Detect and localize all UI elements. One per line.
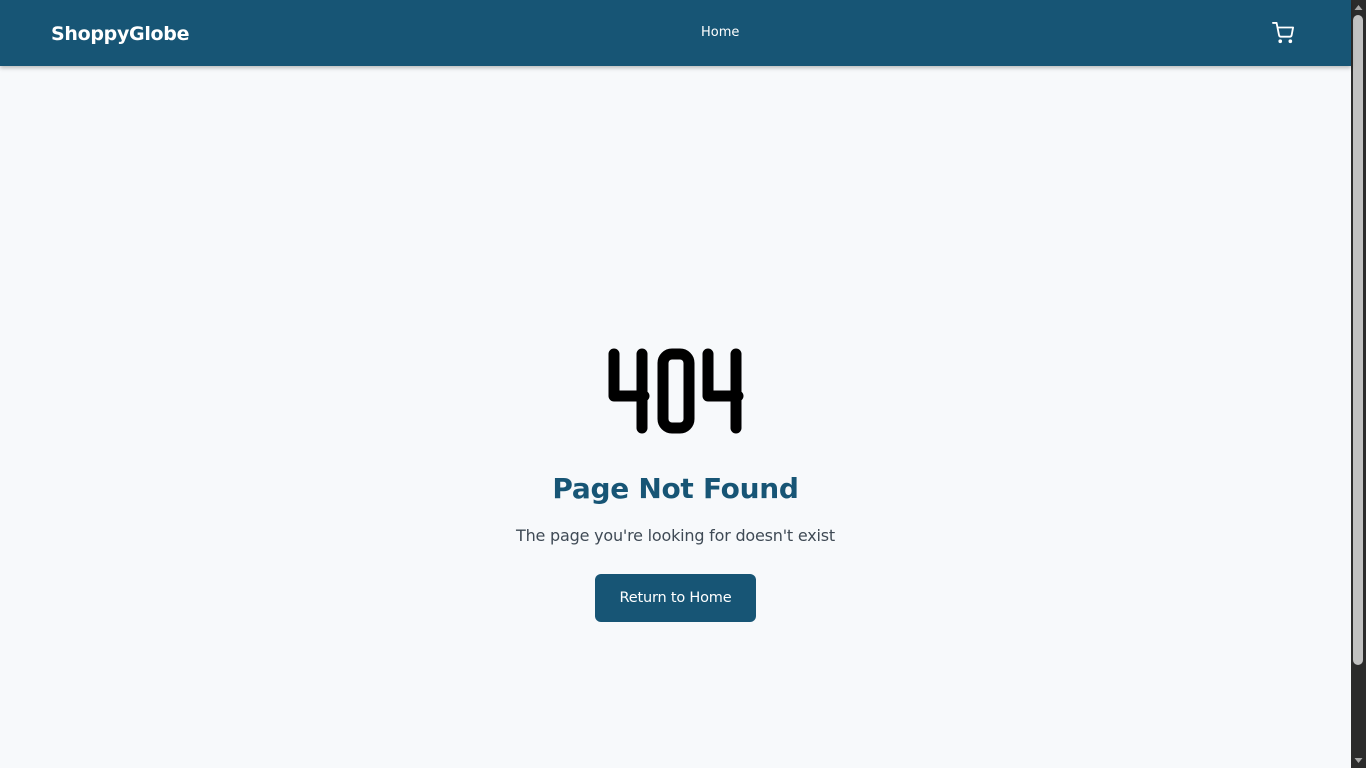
return-home-button[interactable]: Return to Home	[595, 574, 756, 622]
scroll-up-arrow-icon[interactable]	[1351, 0, 1366, 15]
vertical-scrollbar[interactable]	[1351, 0, 1366, 768]
error-code-404: 404	[608, 348, 744, 434]
scroll-down-arrow-icon[interactable]	[1351, 753, 1366, 768]
main-content: 404 Page Not Found The page you're looki…	[0, 66, 1351, 768]
navbar: ShoppyGlobe Home	[0, 0, 1351, 66]
shopping-cart-icon	[1272, 22, 1294, 44]
page-title: Page Not Found	[552, 472, 799, 505]
error-message: The page you're looking for doesn't exis…	[516, 526, 835, 545]
brand-logo-link[interactable]: ShoppyGlobe	[51, 20, 190, 48]
nav-link-home[interactable]: Home	[701, 24, 739, 42]
page: ShoppyGlobe Home 404 Page	[0, 0, 1366, 768]
scrollbar-thumb[interactable]	[1353, 15, 1363, 665]
cart-button[interactable]	[1272, 22, 1294, 44]
